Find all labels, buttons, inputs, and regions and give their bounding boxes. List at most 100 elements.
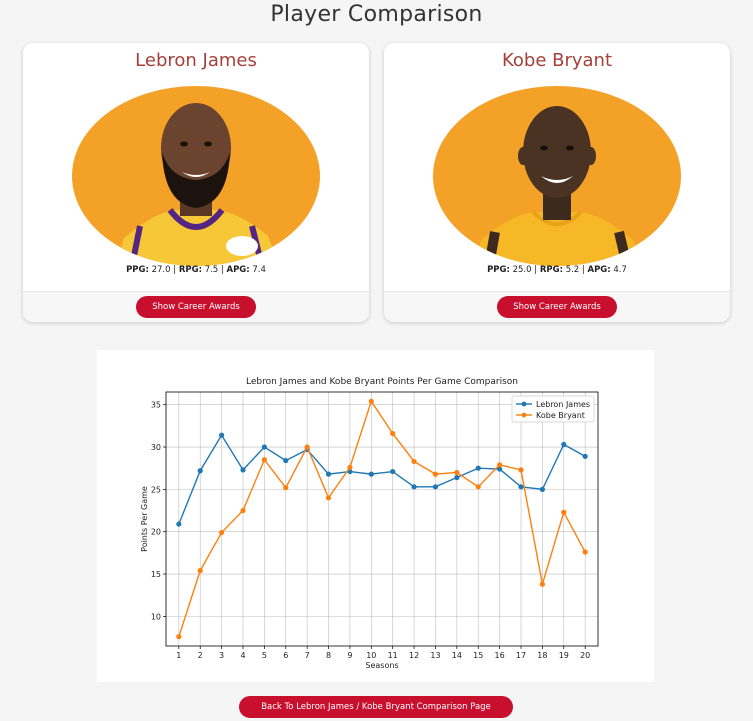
x-tick-label: 7: [305, 651, 310, 660]
page-title: Player Comparison: [270, 2, 483, 27]
data-point: [390, 430, 396, 437]
x-tick-label: 10: [366, 651, 376, 660]
y-axis-label: Points Per Game: [140, 486, 149, 552]
x-tick-label: 20: [580, 651, 590, 660]
stat-separator: |: [173, 265, 177, 275]
data-point: [283, 457, 289, 464]
apg-label: APG:: [226, 265, 250, 275]
data-point: [454, 469, 460, 476]
data-point: [454, 474, 460, 481]
player-card-kobe: Kobe Bryant PPG: 25.0 | RPG: 5.2 | APG: …: [384, 43, 730, 322]
x-tick-label: 12: [409, 651, 419, 660]
data-point: [561, 509, 567, 515]
data-point: [325, 495, 332, 501]
player-stats: PPG: 25.0 | RPG: 5.2 | APG: 4.7: [384, 265, 730, 275]
x-tick-label: 11: [388, 651, 398, 660]
x-tick-label: 16: [495, 651, 505, 660]
y-tick-label: 30: [151, 443, 161, 452]
chart-title: Lebron James and Kobe Bryant Points Per …: [246, 377, 518, 387]
legend-label: Kobe Bryant: [536, 411, 585, 420]
data-point: [325, 471, 332, 477]
rpg-value: 7.5: [204, 265, 219, 275]
x-tick-label: 4: [240, 651, 245, 660]
show-career-awards-button[interactable]: Show Career Awards: [497, 296, 617, 318]
data-point: [368, 398, 374, 404]
x-tick-label: 18: [537, 651, 547, 660]
x-tick-label: 15: [473, 651, 483, 660]
ppg-value: 25.0: [512, 265, 532, 275]
ppg-value: 27.0: [151, 265, 171, 275]
rpg-label: RPG:: [539, 265, 563, 275]
player-stats: PPG: 27.0 | RPG: 7.5 | APG: 7.4: [23, 265, 369, 275]
x-tick-label: 3: [219, 651, 224, 660]
x-tick-label: 19: [559, 651, 569, 660]
player-name: Kobe Bryant: [501, 50, 613, 71]
data-point: [582, 549, 588, 555]
apg-value: 4.7: [613, 265, 627, 275]
data-point: [197, 468, 203, 474]
x-tick-label: 8: [326, 651, 331, 660]
rpg-label: RPG:: [178, 265, 202, 275]
legend-marker: [521, 412, 527, 418]
data-point: [261, 457, 267, 463]
data-point: [176, 521, 182, 527]
x-tick-label: 6: [283, 651, 288, 660]
y-tick-label: 35: [151, 401, 161, 410]
x-tick-label: 2: [198, 651, 203, 660]
data-point: [261, 444, 267, 450]
player-card-lebron: Lebron James PPG: 27.0 | RPG: 7.5 | APG:…: [23, 43, 369, 322]
data-point: [432, 471, 439, 477]
chart-svg: 1 2 3 4 5 6 7 8 9 10 11 12 13 14 15 16 17 18 19 20101520253…: [140, 377, 599, 670]
y-tick-label: 20: [151, 528, 161, 537]
apg-value: 7.4: [252, 265, 266, 275]
data-point: [240, 467, 246, 473]
x-tick-label: 5: [262, 651, 267, 660]
back-to-comparison-button[interactable]: Back To Lebron James / Kobe Bryant Compa…: [239, 696, 513, 718]
series-line-2: [178, 399, 586, 637]
data-point: [219, 529, 225, 536]
data-point: [411, 458, 417, 465]
data-point: [219, 432, 225, 438]
data-point: [432, 484, 439, 490]
player-photo: [72, 86, 320, 266]
data-point: [518, 484, 524, 490]
data-point: [411, 484, 417, 490]
data-point: [176, 634, 182, 640]
data-point: [561, 441, 567, 448]
data-point: [539, 486, 545, 492]
x-tick-label: 1: [176, 651, 181, 660]
rpg-value: 5.2: [565, 265, 580, 275]
data-point: [240, 507, 246, 514]
x-tick-label: 14: [452, 651, 462, 660]
show-career-awards-button[interactable]: Show Career Awards: [136, 296, 256, 318]
y-tick-label: 15: [151, 570, 161, 579]
data-point: [518, 467, 524, 473]
plot-frame: [165, 391, 599, 647]
stat-separator: |: [220, 265, 224, 275]
data-point: [368, 471, 374, 477]
data-point: [582, 453, 588, 459]
data-point: [283, 485, 289, 491]
data-point: [497, 462, 503, 468]
stat-separator: |: [534, 265, 538, 275]
data-point: [304, 444, 310, 450]
data-point: [475, 465, 481, 471]
y-tick-label: 10: [151, 612, 161, 621]
x-tick-label: 9: [347, 651, 352, 660]
x-tick-label: 13: [430, 651, 440, 660]
player-name: Lebron James: [135, 50, 257, 71]
data-point: [390, 468, 396, 475]
ppg-comparison-chart: 1 2 3 4 5 6 7 8 9 10 11 12 13 14 15 16 17 18 19 20 10 15 20 25 3…: [97, 350, 654, 682]
ppg-label: PPG:: [487, 265, 510, 275]
series-line-1: [178, 433, 586, 525]
data-point: [197, 568, 203, 574]
ppg-label: PPG:: [126, 265, 149, 275]
data-point: [475, 484, 481, 490]
y-tick-label: 25: [151, 485, 161, 494]
card-footer: Show Career Awards: [23, 291, 369, 322]
card-footer: Show Career Awards: [384, 291, 730, 322]
apg-label: APG:: [587, 265, 611, 275]
x-tick-label: 17: [516, 651, 526, 660]
x-axis-label: Seasons: [365, 661, 398, 670]
data-point: [347, 464, 353, 470]
